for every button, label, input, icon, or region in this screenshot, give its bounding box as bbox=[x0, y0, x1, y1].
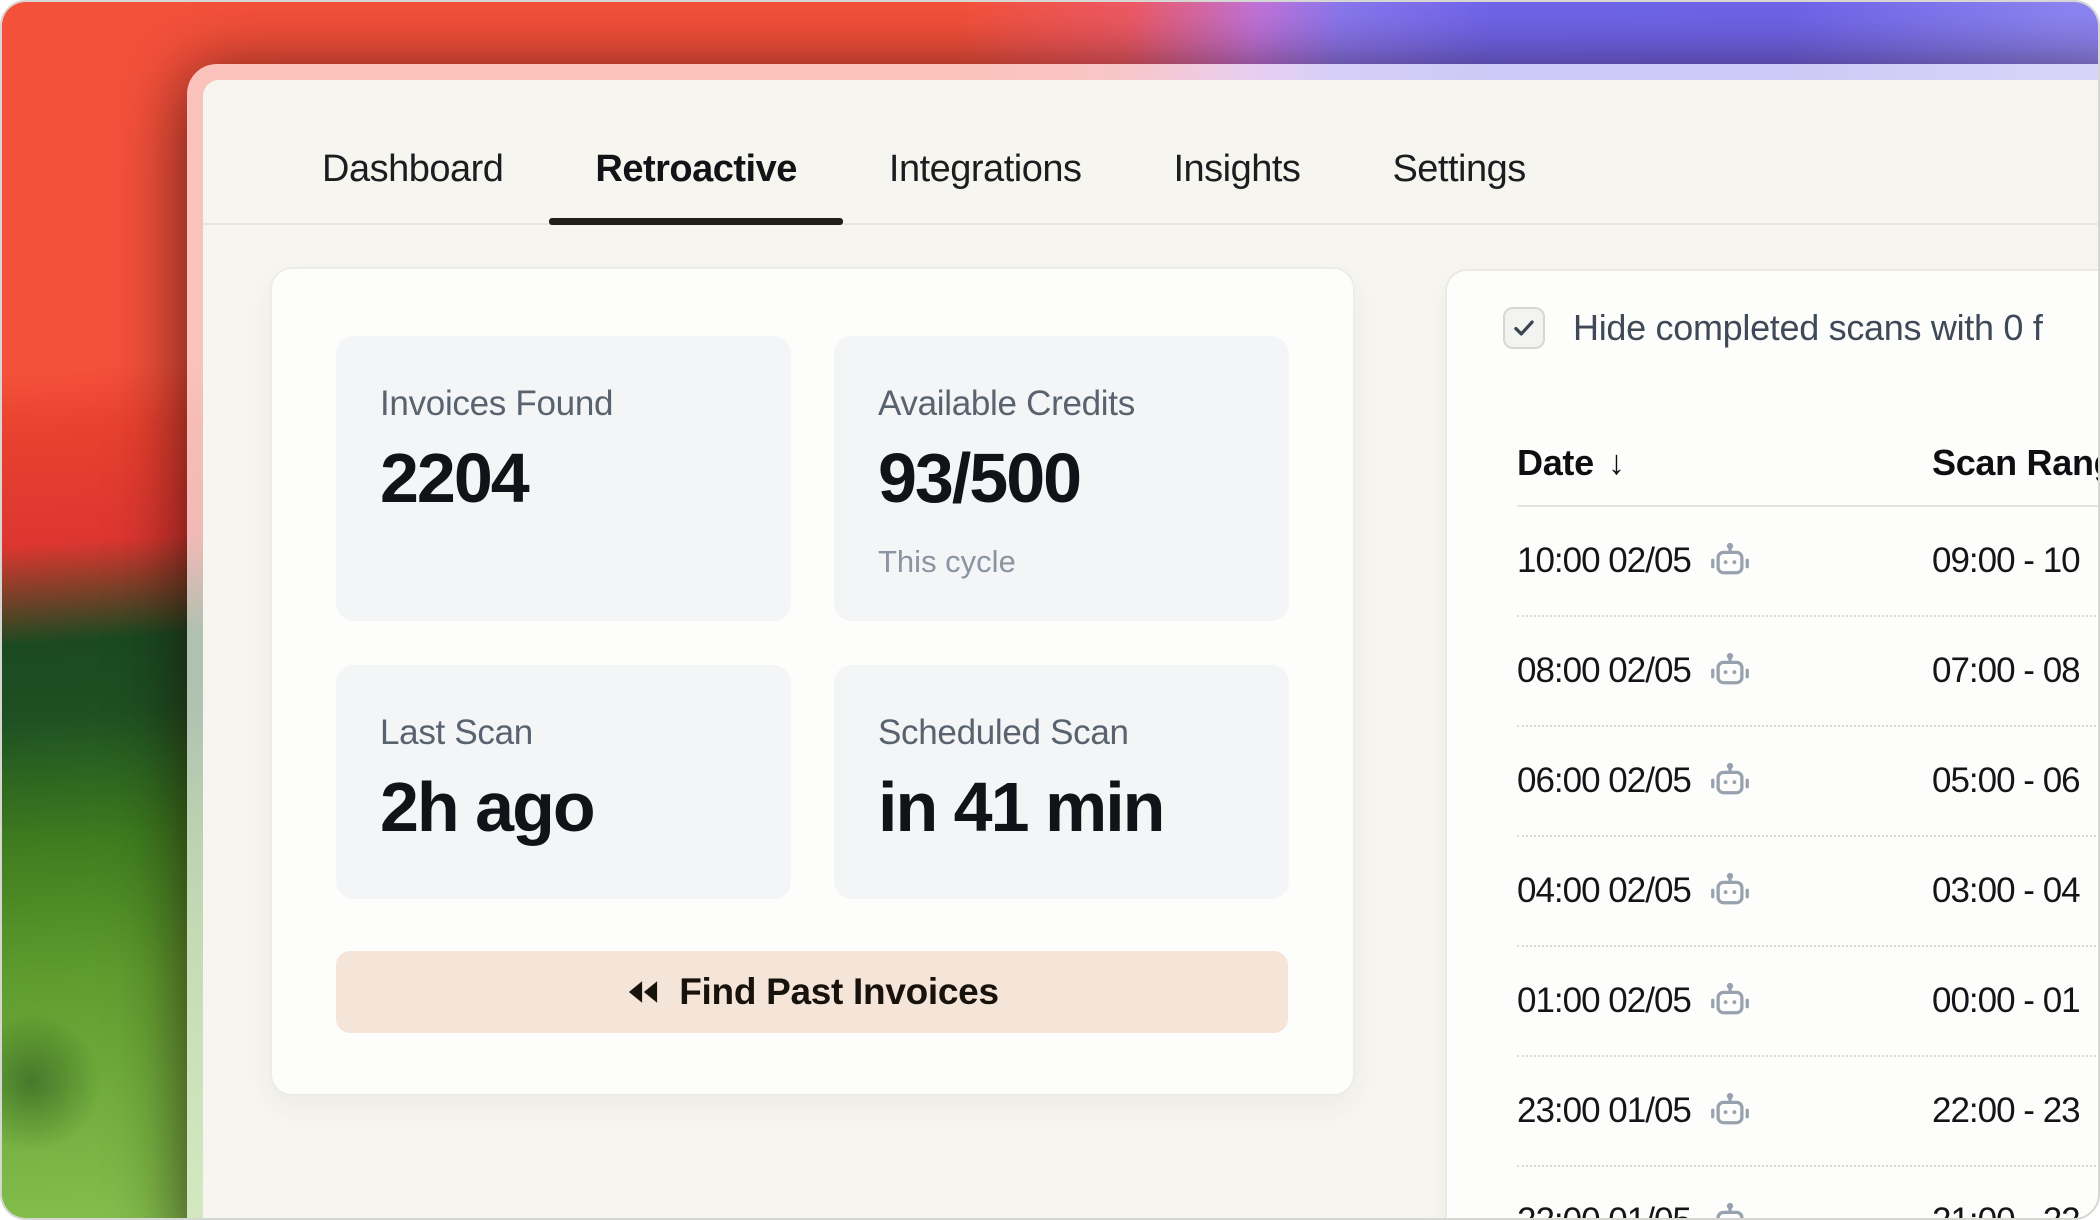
robot-icon bbox=[1707, 538, 1753, 584]
app-window-content: Dashboard Retroactive Integrations Insig… bbox=[203, 80, 2100, 1220]
stat-value: 2204 bbox=[380, 438, 528, 518]
scan-date-cell: 10:00 02/05 bbox=[1517, 538, 1932, 584]
tab-label: Dashboard bbox=[322, 148, 503, 191]
scan-range-cell: 09:00 - 10 bbox=[1932, 541, 2100, 581]
robot-icon bbox=[1707, 978, 1753, 1024]
tab-label: Insights bbox=[1173, 148, 1300, 191]
scan-row[interactable]: 04:00 02/05 03:00 - 04 bbox=[1517, 837, 2100, 947]
scan-date-cell: 01:00 02/05 bbox=[1517, 978, 1932, 1024]
scan-date-cell: 23:00 01/05 bbox=[1517, 1088, 1932, 1134]
stat-value: 2h ago bbox=[380, 767, 594, 847]
robot-icon bbox=[1707, 868, 1753, 914]
scan-row[interactable]: 22:00 01/05 21:00 - 22 bbox=[1517, 1167, 2100, 1220]
scan-date-text: 01:00 02/05 bbox=[1517, 981, 1691, 1021]
scan-date-text: 22:00 01/05 bbox=[1517, 1201, 1691, 1220]
scan-date-cell: 22:00 01/05 bbox=[1517, 1198, 1932, 1220]
date-header-label: Date bbox=[1517, 442, 1594, 484]
stat-value: 93/500 bbox=[878, 438, 1080, 518]
tab-label: Settings bbox=[1392, 148, 1525, 191]
scan-date-cell: 08:00 02/05 bbox=[1517, 648, 1932, 694]
tab-bar: Dashboard Retroactive Integrations Insig… bbox=[203, 80, 2100, 225]
scan-table: Date ↓ Scan Rang 10:00 02/05 09:00 - 10 bbox=[1517, 421, 2100, 1220]
scan-history-panel: Hide completed scans with 0 f Date ↓ Sca… bbox=[1445, 269, 2100, 1220]
tab-label: Retroactive bbox=[595, 148, 796, 191]
robot-icon bbox=[1707, 1088, 1753, 1134]
stat-tile-last-scan: Last Scan 2h ago bbox=[336, 665, 791, 899]
scan-row[interactable]: 10:00 02/05 09:00 - 10 bbox=[1517, 507, 2100, 617]
app-window: Dashboard Retroactive Integrations Insig… bbox=[187, 64, 2100, 1220]
stat-note: This cycle bbox=[878, 544, 1016, 580]
sort-descending-icon: ↓ bbox=[1608, 444, 1625, 483]
hide-completed-label[interactable]: Hide completed scans with 0 f bbox=[1573, 307, 2043, 349]
find-past-invoices-label: Find Past Invoices bbox=[679, 971, 998, 1013]
scan-row[interactable]: 06:00 02/05 05:00 - 06 bbox=[1517, 727, 2100, 837]
column-header-date[interactable]: Date ↓ bbox=[1517, 442, 1932, 484]
scan-date-cell: 06:00 02/05 bbox=[1517, 758, 1932, 804]
scan-row[interactable]: 23:00 01/05 22:00 - 23 bbox=[1517, 1057, 2100, 1167]
stat-tile-invoices-found: Invoices Found 2204 bbox=[336, 336, 791, 621]
tab-insights[interactable]: Insights bbox=[1127, 116, 1346, 223]
scan-summary-card: Invoices Found 2204 Available Credits 93… bbox=[270, 267, 1355, 1096]
scan-date-text: 08:00 02/05 bbox=[1517, 651, 1691, 691]
scan-date-text: 06:00 02/05 bbox=[1517, 761, 1691, 801]
stat-label: Last Scan bbox=[380, 713, 533, 753]
stat-label: Invoices Found bbox=[380, 384, 613, 424]
tab-integrations[interactable]: Integrations bbox=[843, 116, 1128, 223]
column-header-scan-range: Scan Rang bbox=[1932, 442, 2100, 484]
scan-range-cell: 00:00 - 01 bbox=[1932, 981, 2100, 1021]
scan-date-text: 10:00 02/05 bbox=[1517, 541, 1691, 581]
robot-icon bbox=[1707, 758, 1753, 804]
robot-icon bbox=[1707, 648, 1753, 694]
scan-row[interactable]: 08:00 02/05 07:00 - 08 bbox=[1517, 617, 2100, 727]
stat-tiles-grid: Invoices Found 2204 Available Credits 93… bbox=[336, 336, 1289, 899]
stat-tile-scheduled-scan: Scheduled Scan in 41 min bbox=[834, 665, 1289, 899]
robot-icon bbox=[1707, 1198, 1753, 1220]
tab-dashboard[interactable]: Dashboard bbox=[276, 116, 549, 223]
hide-completed-checkbox[interactable] bbox=[1503, 307, 1545, 349]
scan-row[interactable]: 01:00 02/05 00:00 - 01 bbox=[1517, 947, 2100, 1057]
rewind-icon bbox=[625, 974, 661, 1010]
filter-row: Hide completed scans with 0 f bbox=[1503, 307, 2043, 349]
scan-date-text: 23:00 01/05 bbox=[1517, 1091, 1691, 1131]
screenshot-frame: Dashboard Retroactive Integrations Insig… bbox=[0, 0, 2100, 1220]
tab-settings[interactable]: Settings bbox=[1346, 116, 1571, 223]
checkmark-icon bbox=[1511, 315, 1537, 341]
tab-retroactive[interactable]: Retroactive bbox=[549, 116, 842, 223]
scan-date-cell: 04:00 02/05 bbox=[1517, 868, 1932, 914]
stat-value: in 41 min bbox=[878, 767, 1163, 847]
stat-label: Scheduled Scan bbox=[878, 713, 1129, 753]
stat-tile-available-credits: Available Credits 93/500 This cycle bbox=[834, 336, 1289, 621]
scan-date-text: 04:00 02/05 bbox=[1517, 871, 1691, 911]
scan-range-cell: 21:00 - 22 bbox=[1932, 1201, 2100, 1220]
scan-table-header: Date ↓ Scan Rang bbox=[1517, 421, 2100, 507]
active-tab-underline bbox=[549, 218, 842, 225]
scan-range-cell: 05:00 - 06 bbox=[1932, 761, 2100, 801]
scan-range-cell: 03:00 - 04 bbox=[1932, 871, 2100, 911]
stat-label: Available Credits bbox=[878, 384, 1135, 424]
find-past-invoices-button[interactable]: Find Past Invoices bbox=[336, 951, 1288, 1033]
tab-label: Integrations bbox=[889, 148, 1082, 191]
scan-range-cell: 07:00 - 08 bbox=[1932, 651, 2100, 691]
scan-range-cell: 22:00 - 23 bbox=[1932, 1091, 2100, 1131]
